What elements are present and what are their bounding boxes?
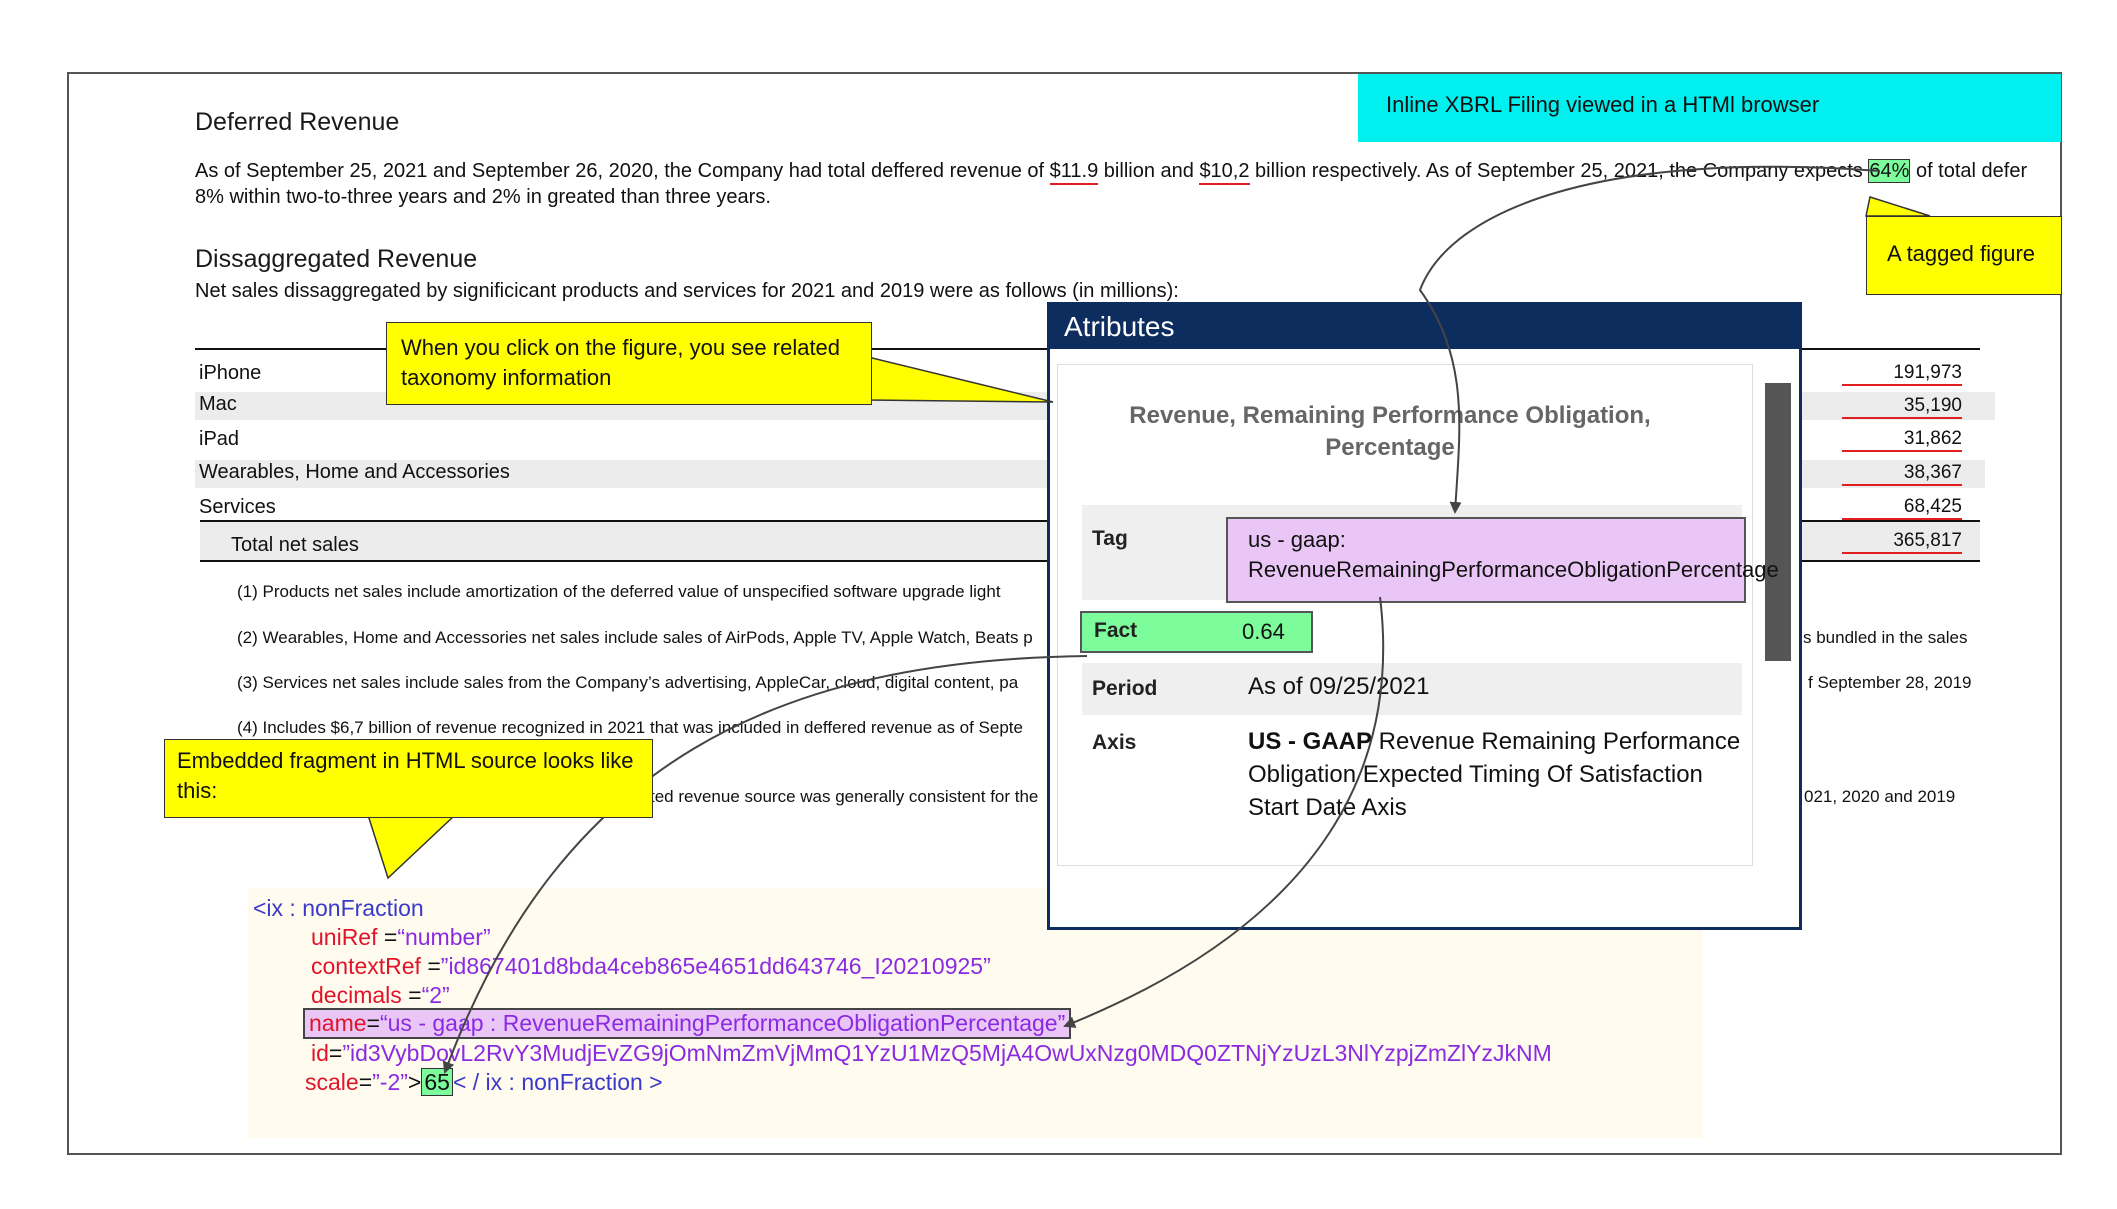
footnote-2-tail: s bundled in the sales (1803, 628, 1968, 647)
deferred-revenue-title: Deferred Revenue (195, 108, 400, 136)
code-id-line: id=”id3VybDovL2RvY3MudjEvZG9jOmNmZmVjMmQ… (311, 1040, 1552, 1067)
code-id-eq: = (328, 1040, 343, 1066)
code-contextref-line: contextRef =”id867401d8bda4ceb865e4651dd… (311, 953, 991, 980)
code-scale-gt: > (407, 1069, 422, 1095)
axis-label: Axis (1092, 731, 1137, 754)
disaggregated-revenue-title: Dissaggregated Revenue (195, 245, 478, 273)
embedded-callout: Embedded fragment in HTML source looks l… (164, 739, 653, 818)
period-value: As of 09/25/2021 (1248, 673, 1430, 700)
click-callout-text: When you click on the figure, you see re… (401, 335, 841, 390)
table-total-value[interactable]: 365,817 (1842, 530, 1962, 554)
deferred-paragraph-line1: As of September 25, 2021 and September 2… (195, 159, 2028, 185)
code-decimals-eq: = (401, 982, 422, 1008)
code-id-attr: id (311, 1040, 329, 1066)
disaggregated-subtitle: Net sales dissaggregated by significican… (195, 280, 1179, 302)
code-open-tag: <ix : nonFraction (253, 895, 424, 921)
tagged-figure-callout: A tagged figure (1866, 216, 2062, 295)
table-row-value-wearables[interactable]: 38,367 (1842, 462, 1962, 486)
attributes-popup-header: Atributes (1050, 305, 1799, 349)
code-decimals-line: decimals =“2” (311, 982, 450, 1009)
code-scale-value: ”-2” (372, 1069, 408, 1095)
code-uniref-attr: uniRef (311, 924, 378, 950)
table-row-label-ipad: iPad (199, 428, 240, 450)
table-row-value-iphone[interactable]: 191,973 (1842, 362, 1962, 386)
code-contextref-eq: = (420, 953, 441, 979)
code-name-eq: = (366, 1010, 380, 1036)
embedded-callout-text: Embedded fragment in HTML source looks l… (177, 748, 634, 803)
tag-value-box: us - gaap: RevenueRemainingPerformanceOb… (1226, 517, 1779, 603)
popup-scrollbar[interactable] (1765, 383, 1791, 661)
code-name-attr: name (309, 1010, 367, 1036)
viewer-banner: Inline XBRL Filing viewed in a HTMl brow… (1358, 74, 2061, 142)
code-name-value: “us - gaap : RevenueRemainingPerformance… (379, 1010, 1066, 1036)
footnote-5-tail: 021, 2020 and 2019 (1804, 787, 1956, 806)
footnote-3: (3) Services net sales include sales fro… (237, 673, 1019, 692)
tagged-figure-callout-text: A tagged figure (1887, 241, 2036, 266)
code-decimals-attr: decimals (311, 982, 402, 1008)
code-decimals-value: “2” (421, 982, 450, 1008)
deferred-text-c: billion respectively. As of September 25… (1249, 160, 1869, 182)
footnote-1: (1) Products net sales include amortizat… (237, 582, 1001, 601)
popup-concept-title: Revenue, Remaining Performance Obligatio… (1129, 402, 1651, 461)
table-row-label-mac: Mac (199, 393, 237, 415)
banner-text: Inline XBRL Filing viewed in a HTMl brow… (1386, 92, 1820, 117)
table-row-value-ipad[interactable]: 31,862 (1842, 428, 1962, 452)
attributes-popup: Atributes Revenue, Remaining Performance… (1047, 302, 1802, 930)
code-contextref-value: ”id867401d8bda4ceb865e4651dd643746_I2021… (440, 953, 991, 979)
axis-value: US - GAAP Revenue Remaining Performance … (1248, 725, 1758, 824)
code-scale-line: scale=”-2”> 65 < / ix : nonFraction > (305, 1068, 663, 1096)
table-row-label-services: Services (199, 496, 276, 518)
tag-label: Tag (1092, 527, 1128, 550)
code-close-tag: < / ix : nonFraction > (452, 1069, 663, 1095)
deferred-text-d: of total defer (1910, 160, 2028, 182)
tagged-value-10-2[interactable]: $10,2 (1199, 160, 1250, 185)
deferred-text-a: As of September 25, 2021 and September 2… (195, 160, 1050, 182)
footnote-5: ted revenue source was generally consist… (650, 787, 1039, 806)
code-uniref-eq: = (377, 924, 398, 950)
click-callout: When you click on the figure, you see re… (386, 322, 872, 405)
fact-value: 0.64 (1242, 619, 1285, 644)
axis-value-prefix: US - GAAP (1248, 728, 1373, 755)
footnote-3-tail: f September 28, 2019 (1808, 673, 1972, 692)
table-row-value-services[interactable]: 68,425 (1842, 496, 1962, 520)
code-scale-eq: = (358, 1069, 373, 1095)
table-total-label: Total net sales (231, 534, 359, 556)
code-fact-value: 65 (421, 1068, 453, 1096)
code-uniref-value: “number” (397, 924, 491, 950)
code-scale-attr: scale (305, 1069, 359, 1095)
tagged-figure-64-percent[interactable]: 64% (1868, 159, 1911, 183)
code-name-line: name=“us - gaap : RevenueRemainingPerfor… (303, 1008, 1072, 1039)
code-contextref-attr: contextRef (311, 953, 421, 979)
footnote-4: (4) Includes $6,7 billion of revenue rec… (237, 718, 1023, 737)
fact-label: Fact (1094, 619, 1138, 642)
period-label: Period (1092, 677, 1158, 700)
deferred-text-b: billion and (1098, 160, 1200, 182)
table-row-label-wearables: Wearables, Home and Accessories (199, 461, 510, 483)
footnote-2: (2) Wearables, Home and Accessories net … (237, 628, 1033, 647)
tagged-value-11-9[interactable]: $11.9 (1049, 160, 1099, 185)
code-id-value: ”id3VybDovL2RvY3MudjEvZG9jOmNmZmVjMmQ1Yz… (342, 1040, 1552, 1066)
deferred-paragraph-line2: 8% within two-to-three years and 2% in g… (195, 186, 771, 208)
code-uniref-line: uniRef =“number” (311, 924, 491, 951)
table-row-label-iphone: iPhone (199, 362, 262, 384)
table-row-value-mac[interactable]: 35,190 (1842, 395, 1962, 419)
